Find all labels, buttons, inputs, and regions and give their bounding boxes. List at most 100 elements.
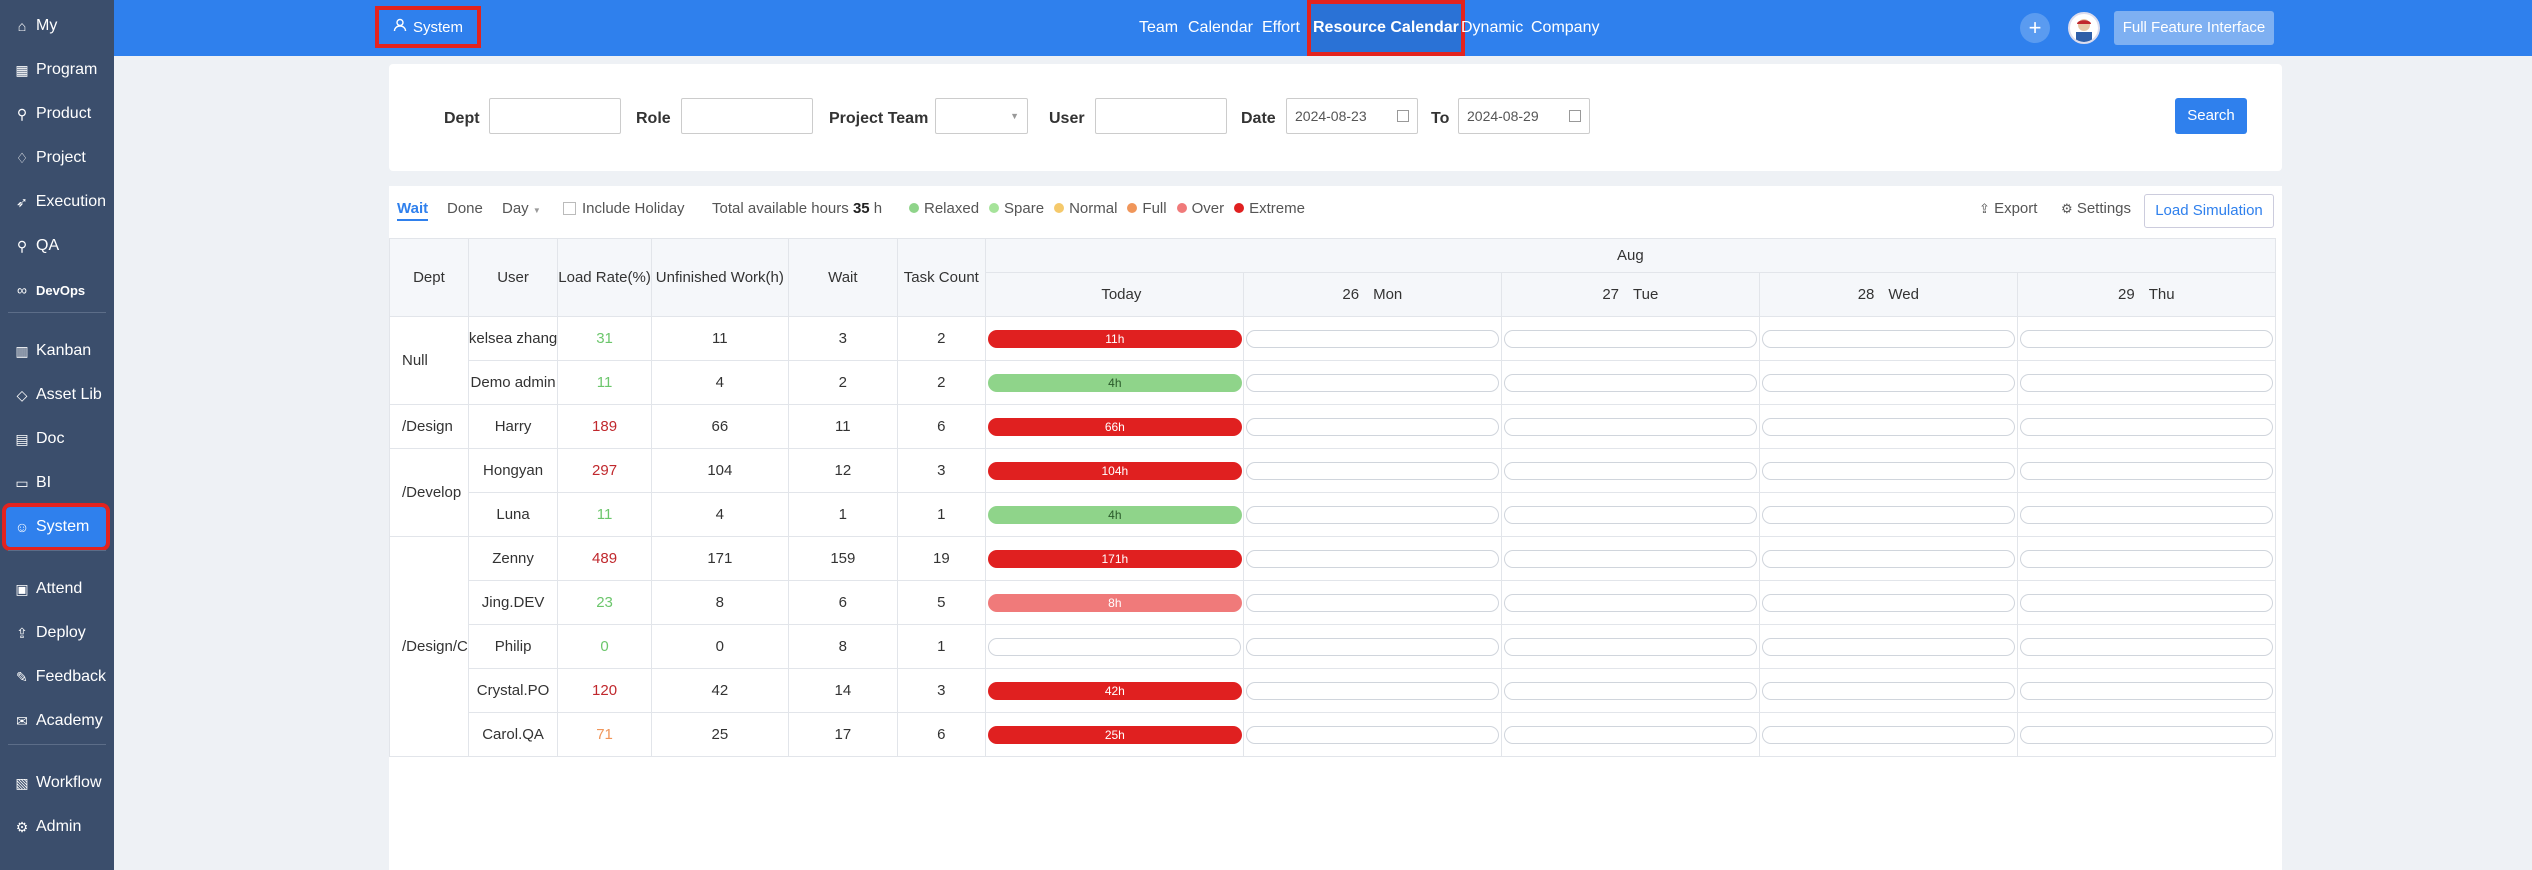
calendar-cell[interactable]	[1242, 448, 1502, 493]
calendar-cell[interactable]	[1758, 536, 2018, 581]
calendar-cell[interactable]	[2016, 712, 2276, 757]
calendar-cell[interactable]	[1500, 712, 1760, 757]
day-dropdown[interactable]: Day ▼	[502, 200, 541, 217]
settings-button[interactable]: ⚙ Settings	[2061, 200, 2131, 217]
calendar-cell[interactable]: 4h	[984, 492, 1244, 537]
load-bar[interactable]: 11h	[987, 330, 1242, 348]
calendar-cell[interactable]: 104h	[984, 448, 1244, 493]
calendar-cell[interactable]	[1758, 668, 2018, 713]
calendar-cell[interactable]	[984, 624, 1244, 669]
calendar-cell[interactable]	[1242, 580, 1502, 625]
add-button[interactable]: +	[2020, 13, 2050, 43]
sidebar-item-program[interactable]: ▦ Program	[6, 50, 106, 90]
load-bar[interactable]: 104h	[987, 462, 1242, 480]
sidebar-item-workflow[interactable]: ▧ Workflow	[6, 763, 106, 803]
calendar-cell[interactable]	[1242, 712, 1502, 757]
calendar-cell[interactable]: 171h	[984, 536, 1244, 581]
calendar-cell[interactable]	[2016, 360, 2276, 405]
date-to-input[interactable]: 2024-08-29	[1458, 98, 1590, 134]
load-bar[interactable]: 4h	[987, 506, 1242, 524]
load-bar[interactable]: 4h	[987, 374, 1242, 392]
calendar-cell[interactable]: 11h	[984, 316, 1244, 361]
calendar-cell[interactable]: 8h	[984, 580, 1244, 625]
nav-resource-calendar[interactable]: Resource Calendar	[1307, 0, 1465, 56]
load-bar[interactable]: 8h	[987, 594, 1242, 612]
calendar-cell[interactable]	[2016, 580, 2276, 625]
calendar-cell[interactable]: 25h	[984, 712, 1244, 757]
calendar-cell[interactable]	[2016, 404, 2276, 449]
calendar-cell[interactable]	[1500, 536, 1760, 581]
calendar-cell[interactable]	[2016, 624, 2276, 669]
calendar-cell[interactable]	[2016, 448, 2276, 493]
sidebar-item-feedback[interactable]: ✎ Feedback	[6, 657, 106, 697]
include-holiday-checkbox[interactable]: Include Holiday	[563, 200, 685, 217]
user-input[interactable]	[1095, 98, 1227, 134]
sidebar-item-devops[interactable]: ∞ DevOps	[6, 270, 106, 310]
calendar-cell[interactable]	[1758, 624, 2018, 669]
sidebar-item-deploy[interactable]: ⇪ Deploy	[6, 613, 106, 653]
calendar-cell[interactable]	[1500, 624, 1760, 669]
dept-input[interactable]	[489, 98, 621, 134]
calendar-cell[interactable]: 42h	[984, 668, 1244, 713]
sidebar-item-academy[interactable]: ✉ Academy	[6, 701, 106, 741]
calendar-cell[interactable]	[1500, 492, 1760, 537]
calendar-cell[interactable]: 66h	[984, 404, 1244, 449]
date-from-input[interactable]: 2024-08-23	[1286, 98, 1418, 134]
calendar-cell[interactable]	[1242, 360, 1502, 405]
calendar-cell[interactable]	[1500, 448, 1760, 493]
calendar-cell[interactable]	[2016, 536, 2276, 581]
export-button[interactable]: ⇪ Export	[1979, 200, 2037, 217]
sidebar-item-admin[interactable]: ⚙ Admin	[6, 807, 106, 847]
calendar-cell[interactable]	[1758, 360, 2018, 405]
sidebar-item-execution[interactable]: ➶ Execution	[6, 182, 106, 222]
sidebar-item-system[interactable]: ☺ System	[2, 503, 110, 551]
calendar-cell[interactable]	[2016, 668, 2276, 713]
full-feature-button[interactable]: Full Feature Interface	[2114, 11, 2274, 45]
calendar-cell[interactable]	[1500, 580, 1760, 625]
sidebar-item-product[interactable]: ⚲ Product	[6, 94, 106, 134]
calendar-cell[interactable]	[1242, 536, 1502, 581]
calendar-cell[interactable]	[2016, 316, 2276, 361]
calendar-cell[interactable]	[1500, 360, 1760, 405]
sidebar-item-bi[interactable]: ▭ BI	[6, 463, 106, 503]
nav-effort[interactable]: Effort	[1262, 0, 1300, 56]
load-bar[interactable]: 171h	[987, 550, 1242, 568]
sidebar-item-doc[interactable]: ▤ Doc	[6, 419, 106, 459]
load-bar[interactable]: 66h	[987, 418, 1242, 436]
calendar-cell[interactable]	[1758, 492, 2018, 537]
tab-wait[interactable]: Wait	[397, 200, 429, 221]
calendar-cell[interactable]	[1242, 668, 1502, 713]
sidebar-item-project[interactable]: ♢ Project	[6, 138, 106, 178]
calendar-cell[interactable]	[1242, 492, 1502, 537]
load-simulation-button[interactable]: Load Simulation	[2144, 194, 2274, 228]
role-input[interactable]	[681, 98, 813, 134]
load-bar[interactable]: 25h	[987, 726, 1242, 744]
search-button[interactable]: Search	[2175, 98, 2247, 134]
project-team-select[interactable]: ▼	[935, 98, 1028, 134]
sidebar-item-asset-lib[interactable]: ◇ Asset Lib	[6, 375, 106, 415]
sidebar-item-qa[interactable]: ⚲ QA	[6, 226, 106, 266]
sidebar-item-my[interactable]: ⌂ My	[6, 6, 106, 46]
calendar-cell[interactable]	[1500, 404, 1760, 449]
sidebar-item-kanban[interactable]: ▥ Kanban	[6, 331, 106, 371]
calendar-cell[interactable]	[1242, 624, 1502, 669]
calendar-cell[interactable]	[1758, 316, 2018, 361]
load-bar[interactable]: 42h	[987, 682, 1242, 700]
nav-calendar[interactable]: Calendar	[1188, 0, 1253, 56]
calendar-cell[interactable]	[1758, 404, 2018, 449]
calendar-cell[interactable]	[1500, 668, 1760, 713]
calendar-cell[interactable]	[1242, 316, 1502, 361]
tab-done[interactable]: Done	[447, 200, 483, 217]
nav-dynamic[interactable]: Dynamic	[1461, 0, 1523, 56]
calendar-cell[interactable]	[2016, 492, 2276, 537]
calendar-cell[interactable]	[1242, 404, 1502, 449]
calendar-cell[interactable]	[1758, 580, 2018, 625]
nav-company[interactable]: Company	[1531, 0, 1599, 56]
calendar-cell[interactable]	[1758, 448, 2018, 493]
calendar-cell[interactable]	[1758, 712, 2018, 757]
sidebar-item-attend[interactable]: ▣ Attend	[6, 569, 106, 609]
calendar-cell[interactable]: 4h	[984, 360, 1244, 405]
system-menu-button[interactable]: System	[375, 6, 481, 48]
nav-team[interactable]: Team	[1139, 0, 1178, 56]
calendar-cell[interactable]	[1500, 316, 1760, 361]
